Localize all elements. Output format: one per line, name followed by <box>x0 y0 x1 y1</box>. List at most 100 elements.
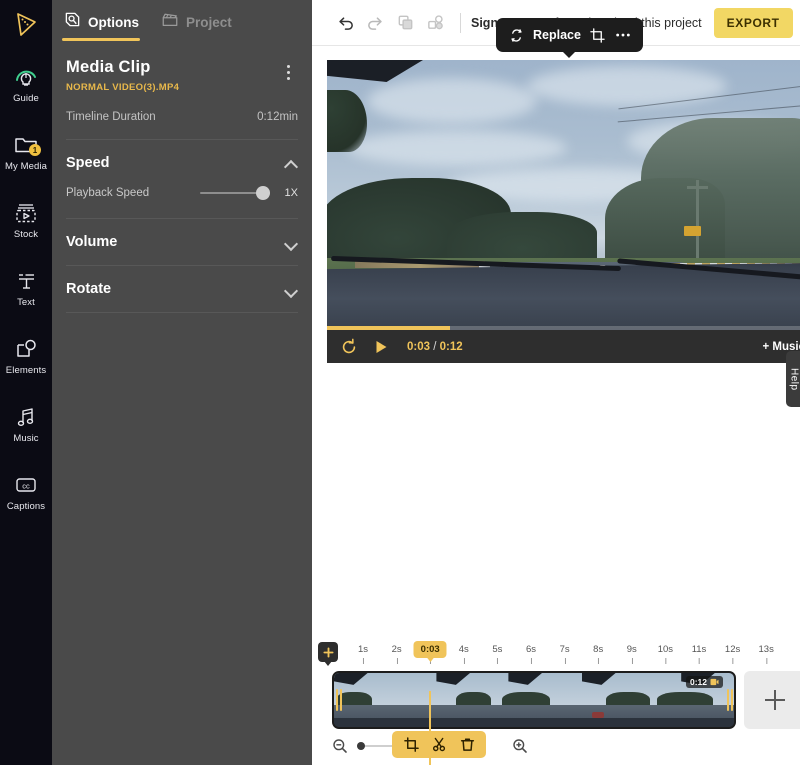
sidebar-item-music[interactable]: Music <box>0 390 52 458</box>
chevron-down-icon[interactable] <box>285 283 298 296</box>
ruler-tick-label: 11s <box>692 644 707 655</box>
section-speed-title: Speed <box>66 155 110 171</box>
ruler-tick-mark <box>363 658 364 664</box>
timeline-duration-label: Timeline Duration <box>66 111 156 123</box>
tab-project[interactable]: Project <box>161 0 232 44</box>
timeline-track-area: 0:12 <box>312 669 800 731</box>
clip-frame <box>574 673 654 727</box>
play-icon[interactable] <box>371 337 391 357</box>
timeline-duration-row: Timeline Duration 0:12min <box>66 111 298 140</box>
timeline-duration-value: 0:12min <box>257 111 298 123</box>
ruler-tick-label: 9s <box>627 644 637 655</box>
video-frame <box>327 60 800 330</box>
cloud <box>347 130 567 166</box>
sidebar-item-label: Text <box>17 297 35 308</box>
playback-speed-slider[interactable] <box>200 186 270 200</box>
trash-icon[interactable] <box>459 737 475 753</box>
redo-icon[interactable] <box>360 8 390 38</box>
timeline-footer <box>312 731 800 761</box>
split-layers-icon[interactable] <box>420 8 450 38</box>
clapperboard-icon <box>161 11 179 33</box>
zoom-in-icon[interactable] <box>512 738 528 754</box>
ruler-tick: 11s <box>692 644 707 655</box>
ruler-tick-mark <box>632 658 633 664</box>
loop-icon[interactable] <box>339 337 359 357</box>
clip-duration-text: 0:12 <box>690 677 707 687</box>
current-time: 0:03 <box>407 341 430 353</box>
section-speed-header[interactable]: Speed <box>66 140 298 186</box>
clip-thumbnails <box>334 673 734 727</box>
stock-video-icon <box>13 200 39 226</box>
ruler-tick-mark <box>733 658 734 664</box>
ruler-tick: 12s <box>725 644 740 655</box>
ruler-tick-label: 12s <box>725 644 740 655</box>
ruler-tick-mark <box>665 658 666 664</box>
sidebar-item-my-media[interactable]: 1 My Media <box>0 118 52 186</box>
zoom-slider-knob[interactable] <box>357 742 365 750</box>
chevron-up-icon[interactable] <box>285 157 298 170</box>
sidebar-item-label: Elements <box>6 365 46 376</box>
slider-knob[interactable] <box>256 186 270 200</box>
playback-speed-value: 1X <box>278 187 298 199</box>
sidebar-item-elements[interactable]: Elements <box>0 322 52 390</box>
ruler-tick-label: 10s <box>658 644 673 655</box>
playhead-label[interactable]: 0:03 <box>414 641 447 658</box>
more-dots-icon[interactable] <box>615 27 631 43</box>
crop-icon[interactable] <box>590 27 606 43</box>
help-tab[interactable]: Help <box>786 351 800 407</box>
section-rotate: Rotate <box>66 266 298 313</box>
sidebar-item-captions[interactable]: cc Captions <box>0 458 52 526</box>
timeline-clip[interactable]: 0:12 <box>332 671 736 729</box>
tab-project-label: Project <box>186 15 232 30</box>
swap-icon[interactable] <box>508 27 524 43</box>
add-media-plus-icon[interactable] <box>318 642 338 662</box>
sidebar-item-text[interactable]: Text <box>0 254 52 322</box>
closed-caption-icon: cc <box>13 472 39 498</box>
ruler-tick-label: 8s <box>593 644 603 655</box>
total-time: 0:12 <box>440 341 463 353</box>
undo-icon[interactable] <box>330 8 360 38</box>
section-volume: Volume <box>66 219 298 266</box>
section-rotate-header[interactable]: Rotate <box>66 266 298 312</box>
playback-speed-label: Playback Speed <box>66 187 192 199</box>
clip-tool-pill <box>392 731 486 758</box>
sidebar-item-stock[interactable]: Stock <box>0 186 52 254</box>
sidebar-item-label: Captions <box>7 501 45 512</box>
ruler-tick: 10s <box>658 644 673 655</box>
ruler-tick-mark <box>766 658 767 664</box>
ruler-tick-label: 6s <box>526 644 536 655</box>
lightbulb-icon <box>13 64 39 90</box>
ruler-tick: 7s <box>560 644 570 655</box>
ruler-tick: 6s <box>526 644 536 655</box>
clip-frame <box>414 673 494 727</box>
replace-label[interactable]: Replace <box>533 28 581 42</box>
top-toolbar: Signup or Login to download this project… <box>312 0 800 46</box>
add-track-button[interactable] <box>744 671 800 729</box>
cloud <box>527 66 727 106</box>
chevron-down-icon[interactable] <box>285 236 298 249</box>
clip-trim-handle-right[interactable] <box>725 673 734 727</box>
help-tab-label: Help <box>789 368 800 391</box>
sidebar-item-guide[interactable]: Guide <box>0 50 52 118</box>
crop-tool-icon[interactable] <box>403 737 419 753</box>
app-logo[interactable] <box>0 0 52 50</box>
scissors-icon[interactable] <box>431 737 447 753</box>
kebab-menu-icon[interactable] <box>280 62 296 82</box>
duplicate-icon[interactable] <box>390 8 420 38</box>
replace-popup: Replace <box>496 18 643 52</box>
ruler-tick: 4s <box>459 644 469 655</box>
utility-pole <box>696 180 699 260</box>
timeline-ruler[interactable]: 1s2s3s4s5s6s7s8s9s10s11s12s13s 0:03 <box>312 640 800 668</box>
video-player[interactable]: 0:03 / 0:12 + Music <box>327 60 800 363</box>
zoom-out-icon[interactable] <box>332 738 348 754</box>
ruler-tick: 1s <box>358 644 368 655</box>
player-controls: 0:03 / 0:12 + Music <box>327 330 800 363</box>
clip-trim-handle-left[interactable] <box>334 673 343 727</box>
section-volume-header[interactable]: Volume <box>66 219 298 265</box>
player-time: 0:03 / 0:12 <box>407 341 463 353</box>
tab-options-label: Options <box>88 15 139 30</box>
active-tab-underline <box>62 38 140 41</box>
clip-filename: NORMAL VIDEO(3).MP4 <box>66 82 298 93</box>
ruler-tick-label: 2s <box>392 644 402 655</box>
export-button[interactable]: EXPORT <box>714 8 793 38</box>
